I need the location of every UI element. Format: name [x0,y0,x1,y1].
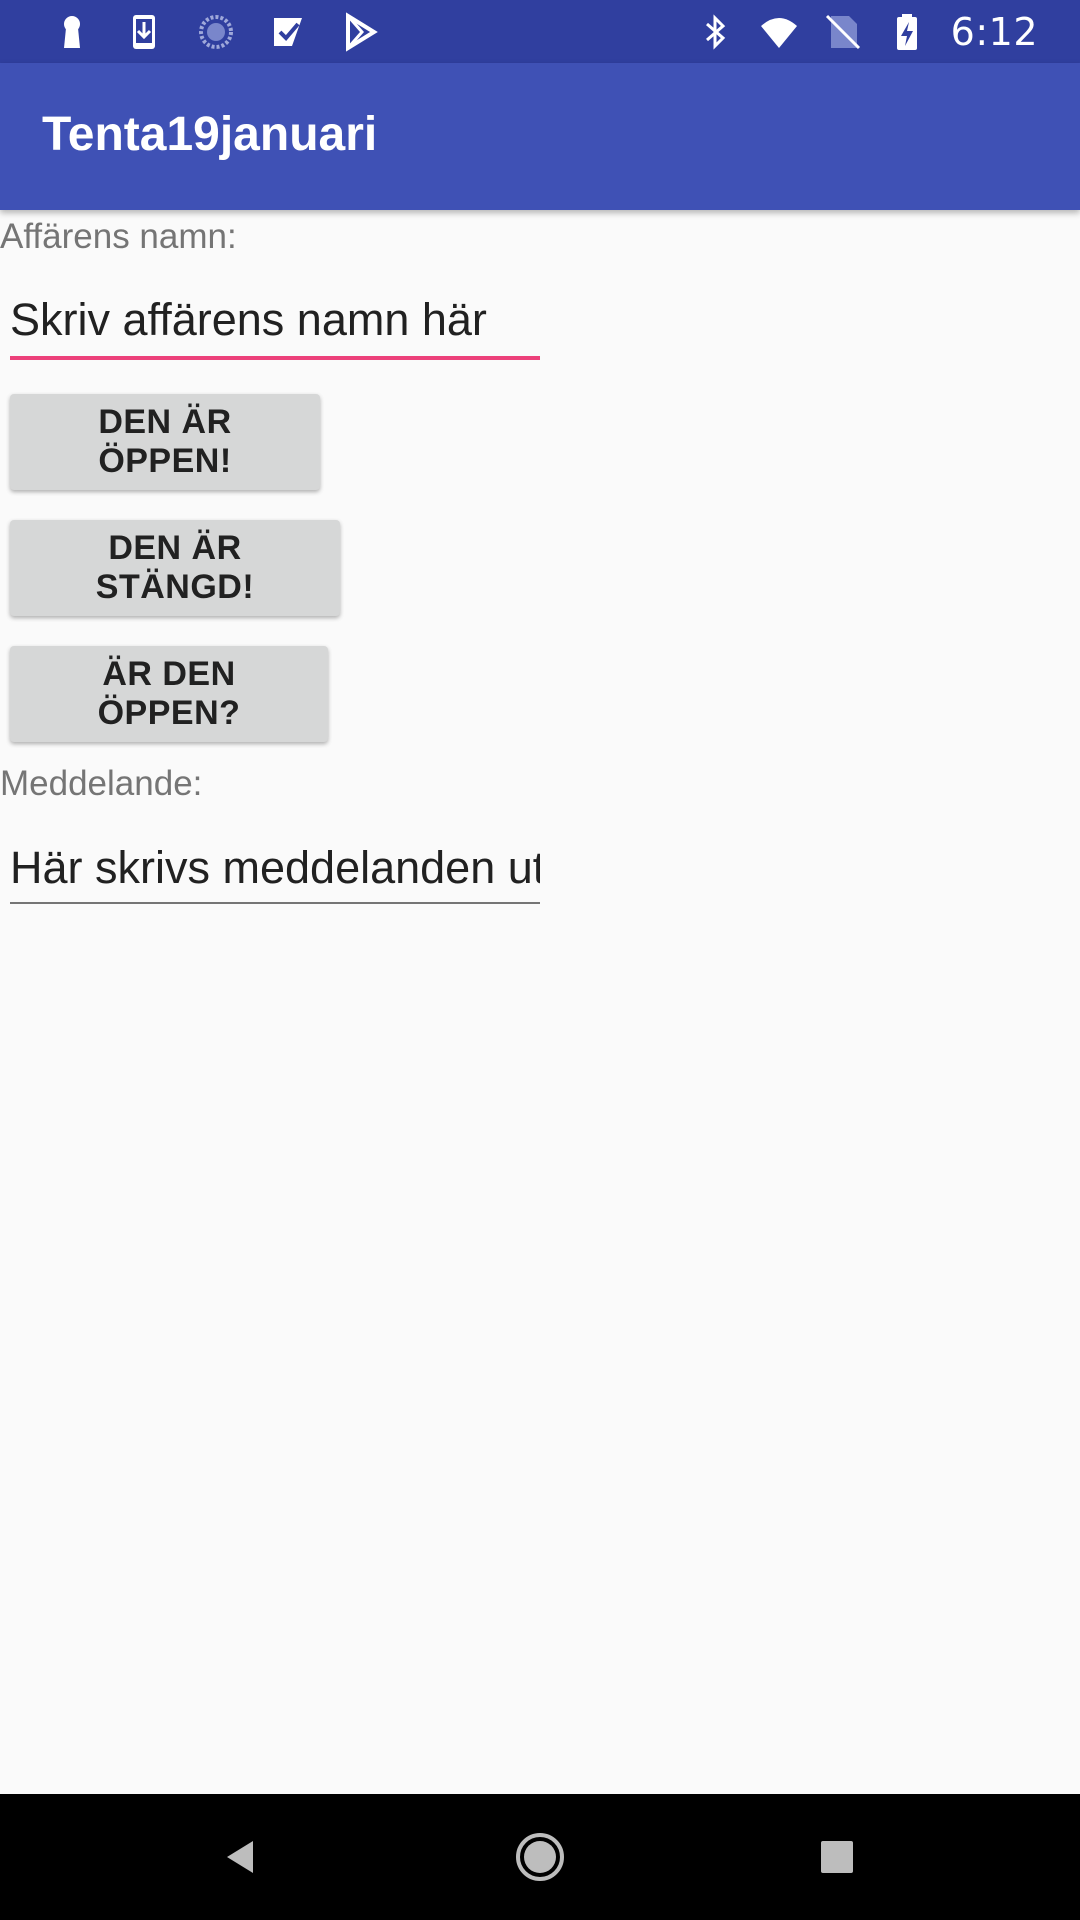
status-clock: 6:12 [950,10,1038,54]
status-left-icons [52,10,380,54]
store-name-input-underline [10,356,540,360]
navigation-bar [0,1794,1080,1920]
store-name-input[interactable]: Skriv affärens namn här [10,290,540,356]
sync-icon [196,12,236,52]
battery-charging-icon [887,12,927,52]
download-icon [124,12,164,52]
store-icon [268,12,308,52]
app-title: Tenta19januari [42,108,378,161]
wifi-icon [759,12,799,52]
store-name-label: Affärens namn: [0,217,237,256]
app-bar: Tenta19januari [0,63,1080,210]
screen: 6:12 Tenta19januari Affärens namn: Skriv… [0,0,1080,1920]
recents-icon[interactable] [802,1822,872,1892]
message-input-underline [10,902,540,904]
message-input[interactable]: Här skrivs meddelanden ut [10,838,540,904]
back-icon[interactable] [206,1822,276,1892]
status-bar: 6:12 [0,0,1080,63]
play-store-icon [340,12,380,52]
home-icon[interactable] [505,1822,575,1892]
is-open-button[interactable]: ÄR DEN ÖPPEN? [10,646,328,742]
store-name-input-text: Skriv affärens namn här [10,294,487,345]
open-button[interactable]: DEN ÄR ÖPPEN! [10,394,320,490]
no-sim-icon [823,12,863,52]
message-label: Meddelande: [0,764,203,803]
keyhole-icon [52,12,92,52]
status-right-icons: 6:12 [695,10,1038,54]
message-input-text: Här skrivs meddelanden ut [10,842,540,893]
closed-button[interactable]: DEN ÄR STÄNGD! [10,520,340,616]
bluetooth-icon [695,12,735,52]
